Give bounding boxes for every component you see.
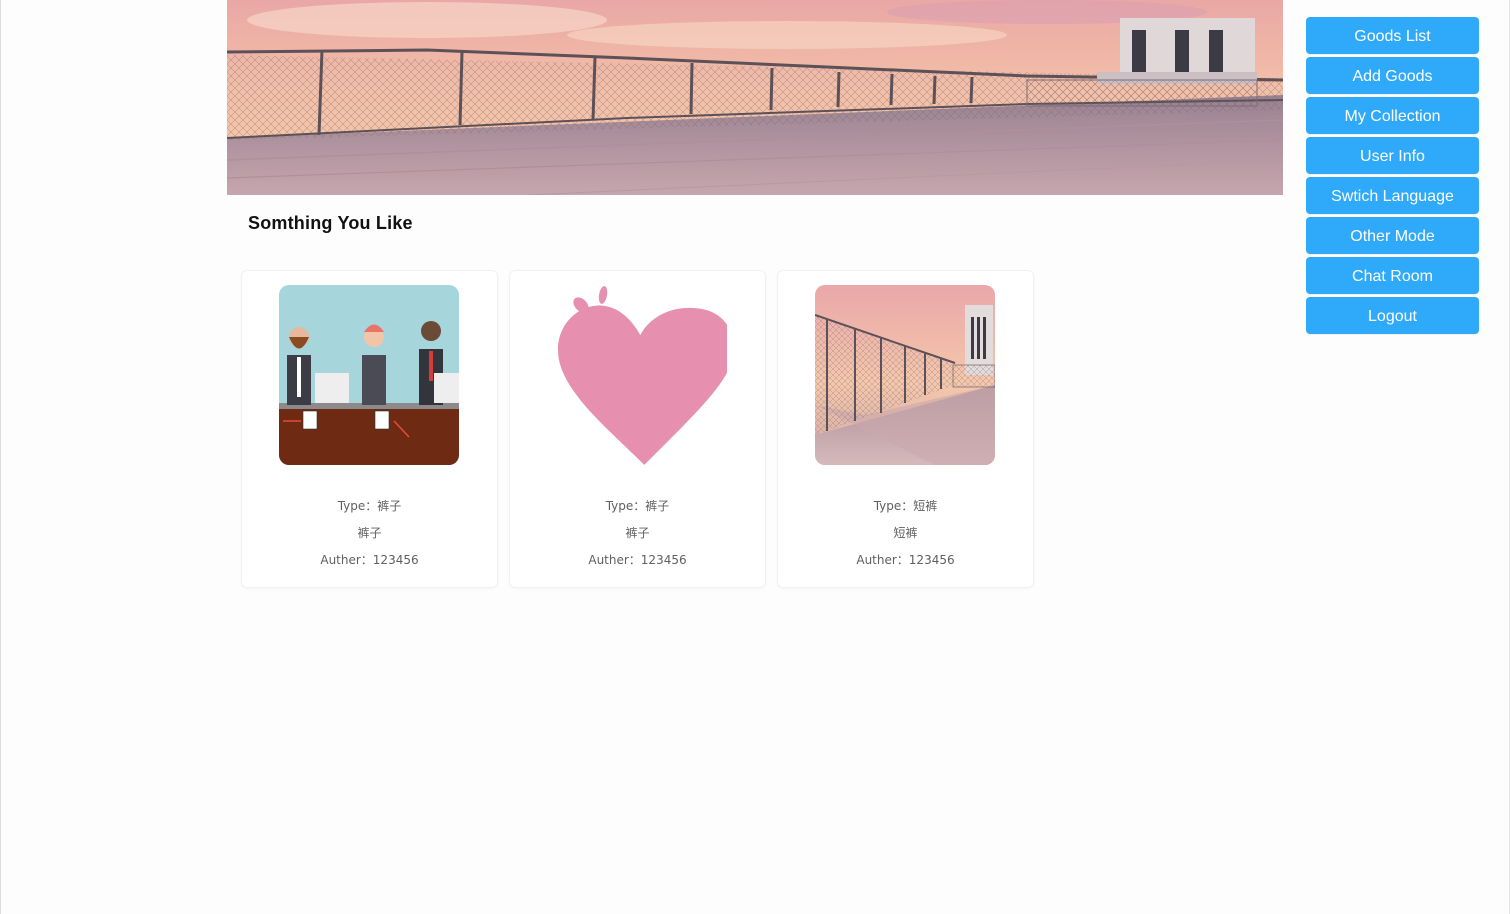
- product-type: Type：短裤: [873, 499, 938, 513]
- product-card[interactable]: Type：裤子 裤子 Auther：123456: [509, 270, 766, 588]
- page-left-border: [0, 0, 1, 914]
- product-image-heart[interactable]: [547, 285, 727, 465]
- product-name: 裤子: [357, 526, 382, 540]
- goods-list-button[interactable]: Goods List: [1306, 17, 1479, 54]
- switch-language-button[interactable]: Swtich Language: [1306, 177, 1479, 214]
- product-author: Auther：123456: [320, 553, 419, 567]
- side-menu: Goods List Add Goods My Collection User …: [1306, 17, 1479, 337]
- product-image-rooftop[interactable]: [815, 285, 995, 465]
- logout-button[interactable]: Logout: [1306, 297, 1479, 334]
- user-info-button[interactable]: User Info: [1306, 137, 1479, 174]
- product-name: 短裤: [893, 526, 918, 540]
- section-title: Somthing You Like: [248, 213, 413, 233]
- product-type: Type：裤子: [337, 499, 402, 513]
- chat-room-button[interactable]: Chat Room: [1306, 257, 1479, 294]
- product-type: Type：裤子: [605, 499, 670, 513]
- add-goods-button[interactable]: Add Goods: [1306, 57, 1479, 94]
- banner-image: [227, 0, 1283, 195]
- other-mode-button[interactable]: Other Mode: [1306, 217, 1479, 254]
- my-collection-button[interactable]: My Collection: [1306, 97, 1479, 134]
- product-author: Auther：123456: [856, 553, 955, 567]
- product-author: Auther：123456: [588, 553, 687, 567]
- product-image-office-workers[interactable]: [279, 285, 459, 465]
- product-card[interactable]: Type：裤子 裤子 Auther：123456: [241, 270, 498, 588]
- product-name: 裤子: [625, 526, 650, 540]
- product-card[interactable]: Type：短裤 短裤 Auther：123456: [777, 270, 1034, 588]
